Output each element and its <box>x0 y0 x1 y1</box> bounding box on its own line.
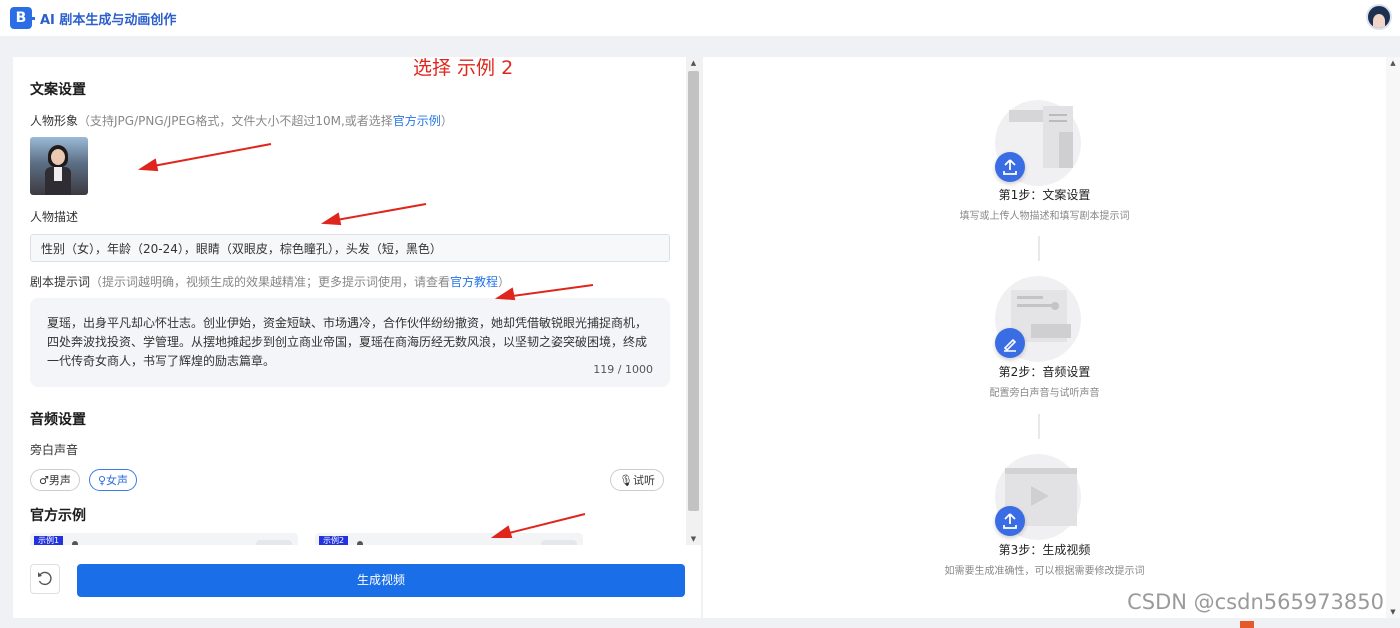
app-title: AI 剧本生成与动画创作 <box>40 13 177 28</box>
step-down-arrow-icon <box>1038 414 1040 439</box>
upload-arrow-icon <box>1003 513 1017 529</box>
step1-title: 第1步：文案设置 <box>703 186 1386 203</box>
watermark: CSDN @csdn565973850 <box>1127 590 1384 614</box>
annotation-arrowhead <box>494 287 516 301</box>
step2-illustration <box>995 276 1081 362</box>
generate-video-button[interactable]: 生成视频 <box>77 564 685 597</box>
upload-icon <box>995 152 1025 182</box>
step-suffix: 步：文案设置 <box>1018 188 1091 202</box>
form-scroll-area: 选择 示例 2 文案设置 人物形象（支持JPG/PNG/JPEG格式，文件大小不… <box>13 57 685 545</box>
right-panel: 第1步：文案设置 填写或上传人物描述和填写剧本提示词 第2步：音频设置 配置旁白… <box>703 57 1386 618</box>
step-prefix: 第 <box>998 543 1011 557</box>
step1-desc: 填写或上传人物描述和填写剧本提示词 <box>959 211 1130 222</box>
step2-desc: 配置旁白声音与试听声音 <box>989 388 1100 399</box>
annotation-arrow <box>504 284 594 298</box>
refresh-icon <box>38 571 52 586</box>
scroll-up-icon[interactable]: ▲ <box>1386 57 1400 69</box>
annotation-arrows <box>137 143 594 538</box>
reset-button[interactable] <box>30 564 60 594</box>
step-prefix: 第 <box>998 188 1011 202</box>
annotation-arrow <box>500 513 586 536</box>
annotation-arrow <box>147 143 272 168</box>
step3-illustration <box>995 454 1081 540</box>
user-avatar[interactable] <box>1366 4 1392 30</box>
annotation-arrowhead <box>490 525 513 538</box>
annotation-arrow <box>330 203 427 222</box>
app-logo: B <box>10 7 35 29</box>
step-prefix: 第 <box>998 365 1011 379</box>
left-scrollbar[interactable]: ▲ ▼ <box>686 57 701 545</box>
scroll-down-icon[interactable]: ▼ <box>1386 606 1400 618</box>
step2-title: 第2步：音频设置 <box>703 363 1386 380</box>
upload-icon <box>995 506 1025 536</box>
step1-illustration <box>995 100 1081 186</box>
scroll-down-icon[interactable]: ▼ <box>686 533 701 545</box>
right-scrollbar[interactable]: ▲ ▼ <box>1386 57 1400 618</box>
left-panel: 选择 示例 2 文案设置 人物形象（支持JPG/PNG/JPEG格式，文件大小不… <box>13 57 701 618</box>
step3-title: 第3步：生成视频 <box>703 541 1386 558</box>
step-down-arrow-icon <box>1038 236 1040 261</box>
step-suffix: 步：音频设置 <box>1018 365 1091 379</box>
html5-badge-icon <box>1240 621 1254 628</box>
pencil-icon <box>1003 338 1017 352</box>
upload-arrow-icon <box>1003 159 1017 175</box>
edit-icon <box>995 328 1025 358</box>
scroll-up-icon[interactable]: ▲ <box>686 57 701 69</box>
annotation-arrowhead <box>137 158 159 172</box>
scrollbar-thumb[interactable] <box>688 71 699 511</box>
top-bar: B AI 剧本生成与动画创作 <box>0 0 1400 36</box>
step-suffix: 步：生成视频 <box>1018 543 1091 557</box>
annotation-arrowhead <box>320 212 342 226</box>
step3-desc: 如需要生成准确性，可以根据需要修改提示词 <box>944 566 1145 577</box>
